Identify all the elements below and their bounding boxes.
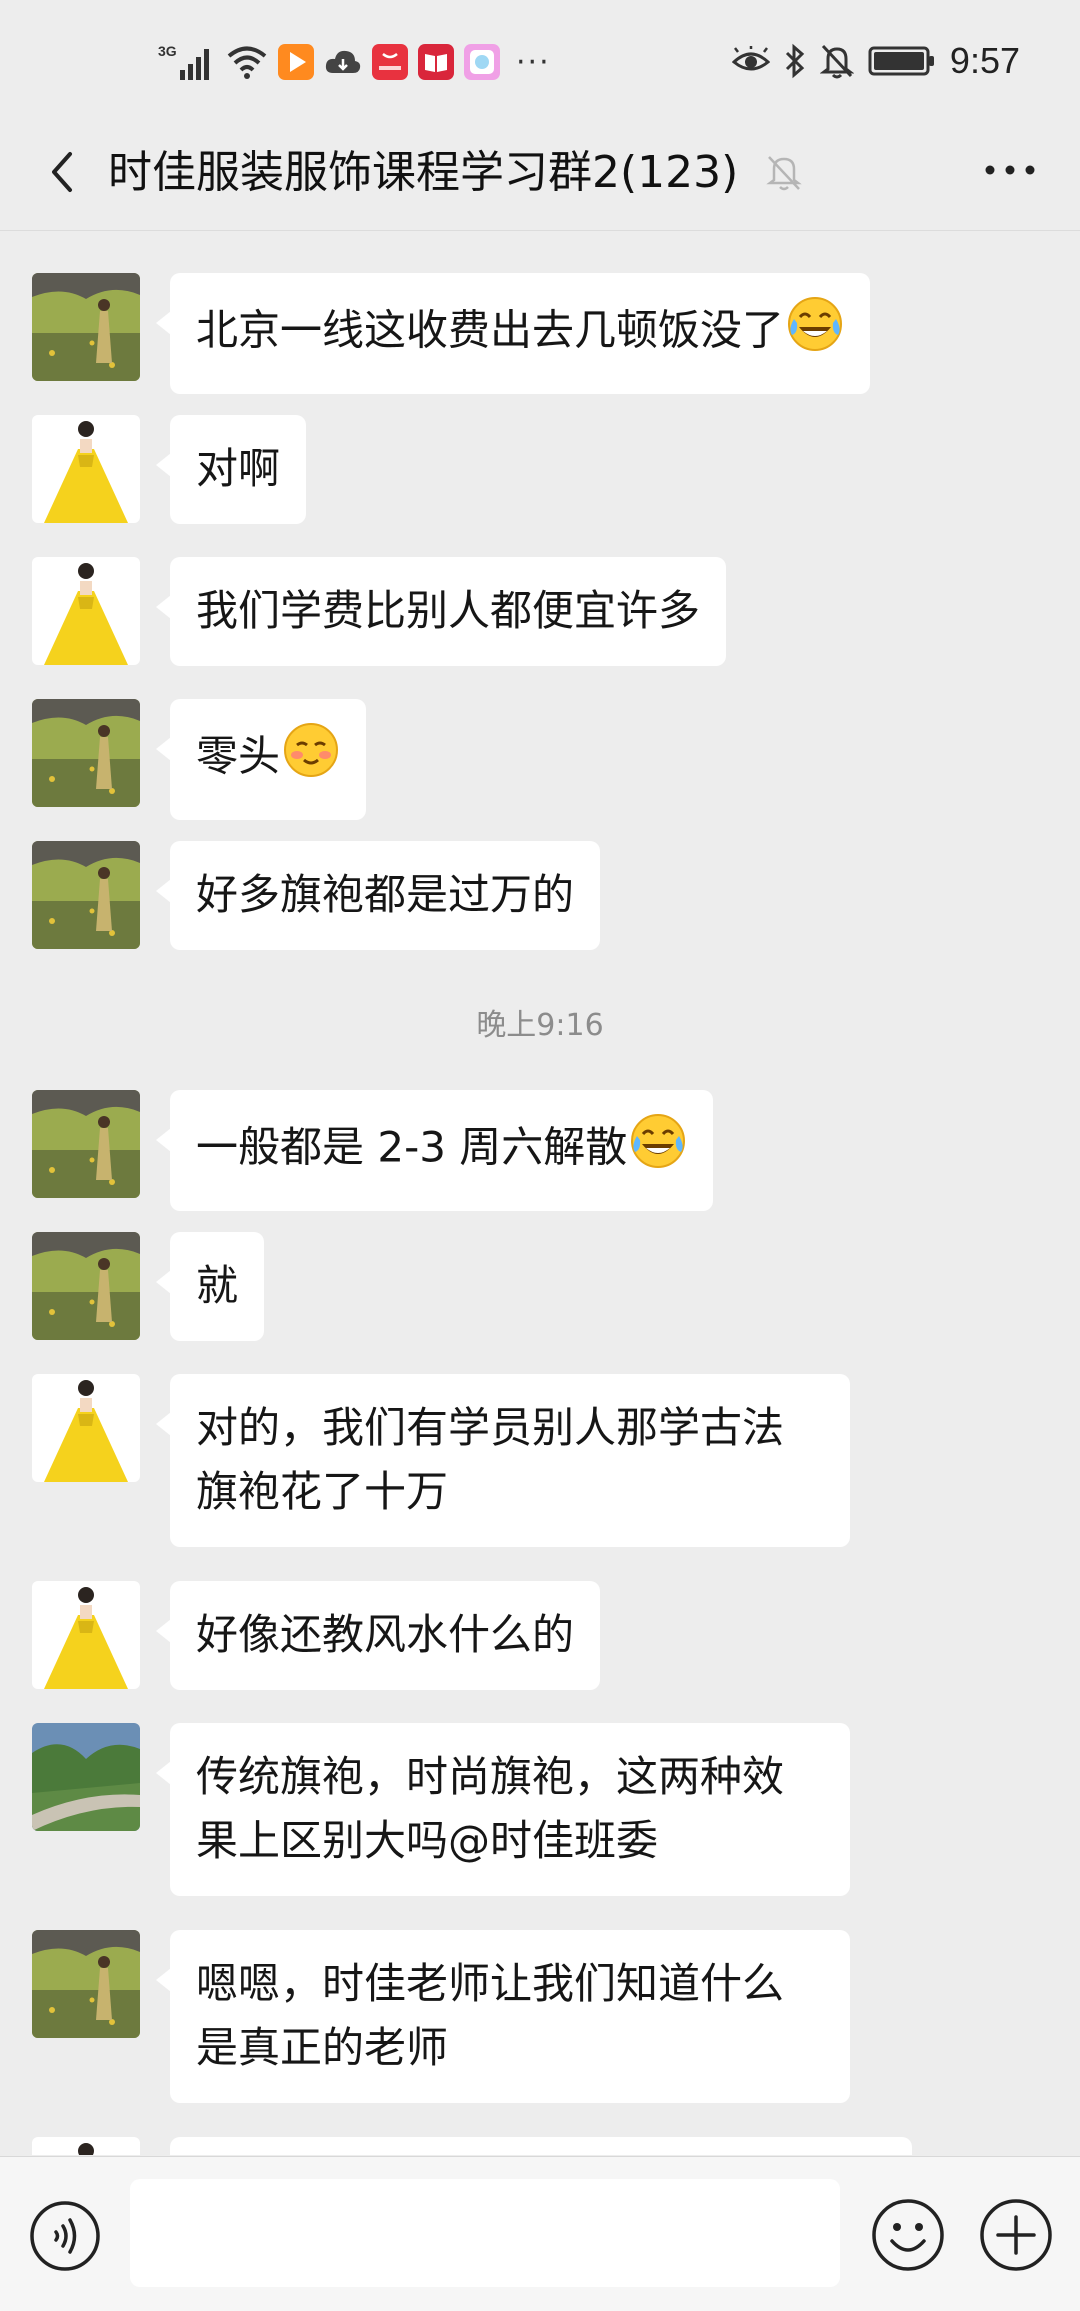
message-bubble[interactable]: 我们学费比别人都便宜许多	[155, 557, 727, 666]
message-bubble[interactable]: 传统旗袍，时尚旗袍，这两种效果上区别大吗@时佳班委	[156, 1723, 850, 1896]
status-bar-left: 3G ···	[158, 42, 551, 82]
huawei-store-icon	[372, 44, 408, 80]
message-text: 好像还教风水什么的	[196, 1610, 575, 1659]
clock: 9:57	[949, 40, 1020, 81]
cloud-icon	[325, 50, 361, 73]
message-text: 好多旗袍都是过万的	[196, 870, 575, 919]
laugh-cry-emoji-icon	[786, 295, 844, 371]
avatar[interactable]	[32, 841, 140, 949]
message-text: 嗯嗯，时佳老师让我们知道什么是真正的老师	[196, 1959, 785, 2072]
message-text: 一般都是 2-3 周六解散	[196, 1122, 628, 1172]
message-text: 传统旗袍，时尚旗袍，这两种效果上区别大吗@时佳班委	[196, 1752, 785, 1865]
input-bar	[0, 2156, 1080, 2311]
avatar[interactable]	[32, 699, 140, 807]
eye-icon	[731, 46, 770, 71]
voice-input-icon[interactable]	[28, 2199, 102, 2273]
muted-bell-icon	[766, 156, 802, 191]
message-bubble[interactable]: 一般都是 2-3 周六解散	[155, 1090, 714, 1211]
avatar[interactable]	[32, 1232, 140, 1340]
blush-emoji-icon	[282, 721, 340, 797]
video-app-icon	[278, 44, 314, 80]
message-bubble[interactable]: 对的，我们有学员别人那学古法旗袍花了十万	[156, 1374, 850, 1547]
message-text: 我们学费比别人都便宜许多	[196, 586, 701, 635]
message-bubble[interactable]: 对啊	[155, 415, 307, 524]
avatar[interactable]	[32, 557, 140, 665]
message-text: 就	[196, 1261, 239, 1310]
notifications-off-icon	[819, 44, 854, 79]
more-dots-icon: ···	[516, 44, 551, 80]
avatar[interactable]	[32, 2137, 140, 2155]
more-options-icon[interactable]	[980, 150, 1040, 190]
message-bubble[interactable]: 就	[155, 1232, 265, 1341]
signal-icon: 3G	[158, 43, 209, 80]
gallery-app-icon	[464, 44, 500, 80]
avatar[interactable]	[32, 1581, 140, 1689]
message-input[interactable]	[130, 2179, 840, 2287]
avatar[interactable]	[32, 1374, 140, 1482]
bluetooth-icon	[785, 43, 805, 79]
status-bar-right: 9:57	[731, 36, 1020, 86]
message-bubble[interactable]: 北京一线这收费出去几顿饭没了	[155, 273, 871, 394]
avatar[interactable]	[32, 1930, 140, 2038]
message-bubble[interactable]: 嗯嗯，时佳老师让我们知道什么是真正的老师	[156, 1930, 850, 2103]
message-bubble[interactable]: 零头	[155, 699, 367, 820]
message-bubble[interactable]: 好多旗袍都是过万的	[155, 841, 601, 950]
back-arrow-icon[interactable]	[36, 142, 96, 202]
chat-header: 时佳服装服饰课程学习群2(123)	[0, 120, 1080, 231]
message-text: 对啊	[196, 444, 281, 493]
message-text: 零头	[196, 731, 281, 781]
wifi-icon	[227, 46, 267, 79]
message-bubble[interactable]: 好像还教风水什么的	[155, 1581, 601, 1690]
message-text: 对的，我们有学员别人那学古法旗袍花了十万	[196, 1403, 785, 1516]
timestamp: 晚上9:16	[476, 1008, 604, 1043]
emoji-icon[interactable]	[870, 2197, 946, 2273]
status-bar: 3G ··· 9:57	[0, 0, 1080, 120]
message-text: 北京一线这收费出去几顿饭没了	[196, 305, 785, 355]
plus-icon[interactable]	[978, 2197, 1054, 2273]
svg-text:3G: 3G	[158, 43, 177, 59]
reader-app-icon	[418, 44, 454, 80]
avatar[interactable]	[32, 415, 140, 523]
avatar[interactable]	[32, 1723, 140, 1831]
laugh-cry-emoji-icon	[629, 1112, 687, 1188]
battery-icon	[868, 46, 934, 76]
avatar[interactable]	[32, 1090, 140, 1198]
chat-message-list[interactable]: 北京一线这收费出去几顿饭没了 对啊 我们学费比别人都便宜许多 零头 好多旗袍都是…	[0, 231, 1080, 2155]
avatar[interactable]	[32, 273, 140, 381]
chat-title: 时佳服装服饰课程学习群2(123)	[108, 147, 739, 198]
